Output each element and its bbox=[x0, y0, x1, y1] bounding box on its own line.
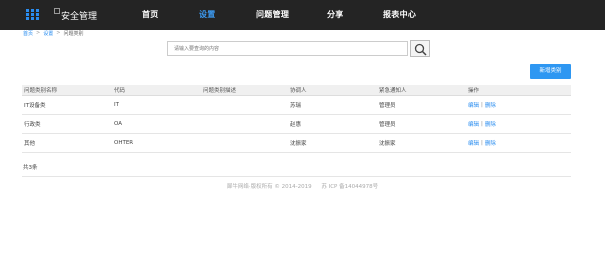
breadcrumb-home[interactable]: 首页 bbox=[23, 30, 33, 37]
column-header-name: 问题类别名称 bbox=[24, 88, 58, 94]
broken-image-icon bbox=[54, 8, 60, 14]
edit-link[interactable]: 编辑 bbox=[468, 101, 479, 109]
divider bbox=[22, 176, 571, 177]
column-header-coordinator: 协调人 bbox=[290, 88, 307, 94]
search-box bbox=[167, 41, 408, 56]
cell-emergency-contact: 管理员 bbox=[379, 103, 396, 109]
cell-name: 其他 bbox=[24, 141, 36, 147]
column-header-code: 代码 bbox=[114, 88, 126, 94]
footer: 犀牛网络·版权所有 © 2014-2019 苏 ICP 备14044978号 bbox=[0, 182, 605, 190]
cell-code: OHTER bbox=[114, 140, 134, 146]
cell-coordinator: 赵惠 bbox=[290, 122, 302, 128]
search-button[interactable] bbox=[410, 40, 430, 57]
breadcrumb-settings[interactable]: 设置 bbox=[43, 30, 53, 37]
action-separator: | bbox=[481, 102, 483, 108]
action-separator: | bbox=[481, 121, 483, 127]
table-row: 其他 OHTER 沈振家 沈振家 编辑 | 删除 bbox=[22, 134, 571, 153]
footer-copyright: 犀牛网络·版权所有 © 2014-2019 bbox=[226, 184, 312, 190]
app-grid-icon[interactable] bbox=[26, 9, 39, 20]
column-header-description: 问题类别描述 bbox=[203, 88, 237, 94]
delete-link[interactable]: 删除 bbox=[485, 120, 496, 128]
breadcrumb-separator: > bbox=[36, 30, 41, 36]
table-row: IT设备类 IT 苏瑞 管理员 编辑 | 删除 bbox=[22, 96, 571, 115]
total-count: 共3条 bbox=[23, 165, 38, 171]
cell-coordinator: 沈振家 bbox=[290, 141, 307, 147]
cell-name: 行政类 bbox=[24, 122, 41, 128]
cell-actions: 编辑 | 删除 bbox=[468, 115, 496, 133]
breadcrumb: 首页 > 设置 > 问题类别 bbox=[23, 30, 83, 37]
table-header: 问题类别名称 代码 问题类别描述 协调人 紧急通知人 操作 bbox=[22, 85, 571, 96]
logo[interactable]: 安全管理 bbox=[54, 7, 97, 23]
cell-code: IT bbox=[114, 102, 119, 108]
cell-actions: 编辑 | 删除 bbox=[468, 96, 496, 114]
edit-link[interactable]: 编辑 bbox=[468, 139, 479, 147]
cell-name: IT设备类 bbox=[24, 103, 46, 109]
edit-link[interactable]: 编辑 bbox=[468, 120, 479, 128]
delete-link[interactable]: 删除 bbox=[485, 139, 496, 147]
nav-item-settings[interactable]: 设置 bbox=[199, 9, 216, 20]
cell-actions: 编辑 | 删除 bbox=[468, 134, 496, 152]
cell-code: OA bbox=[114, 121, 122, 127]
cell-coordinator: 苏瑞 bbox=[290, 103, 302, 109]
cell-emergency-contact: 管理员 bbox=[379, 122, 396, 128]
search-icon bbox=[414, 43, 427, 56]
delete-link[interactable]: 删除 bbox=[485, 101, 496, 109]
breadcrumb-current: 问题类别 bbox=[63, 31, 84, 37]
category-table: 问题类别名称 代码 问题类别描述 协调人 紧急通知人 操作 IT设备类 IT 苏… bbox=[22, 85, 571, 153]
column-header-actions: 操作 bbox=[468, 88, 480, 94]
logo-text: 安全管理 bbox=[61, 11, 98, 22]
cell-emergency-contact: 沈振家 bbox=[379, 141, 396, 147]
action-separator: | bbox=[481, 140, 483, 146]
add-category-button[interactable]: 新增类别 bbox=[530, 64, 571, 79]
nav-item-home[interactable]: 首页 bbox=[142, 9, 159, 20]
top-nav-bar: 安全管理 首页 设置 问题管理 分享 报表中心 bbox=[0, 0, 605, 30]
nav-item-share[interactable]: 分享 bbox=[327, 9, 344, 20]
search-input[interactable] bbox=[168, 42, 407, 55]
breadcrumb-separator: > bbox=[56, 30, 61, 36]
footer-icp[interactable]: 苏 ICP 备14044978号 bbox=[321, 184, 378, 190]
column-header-emergency-contact: 紧急通知人 bbox=[379, 88, 407, 94]
nav-item-report-center[interactable]: 报表中心 bbox=[383, 9, 416, 20]
nav-item-issue-management[interactable]: 问题管理 bbox=[256, 9, 289, 20]
table-row: 行政类 OA 赵惠 管理员 编辑 | 删除 bbox=[22, 115, 571, 134]
